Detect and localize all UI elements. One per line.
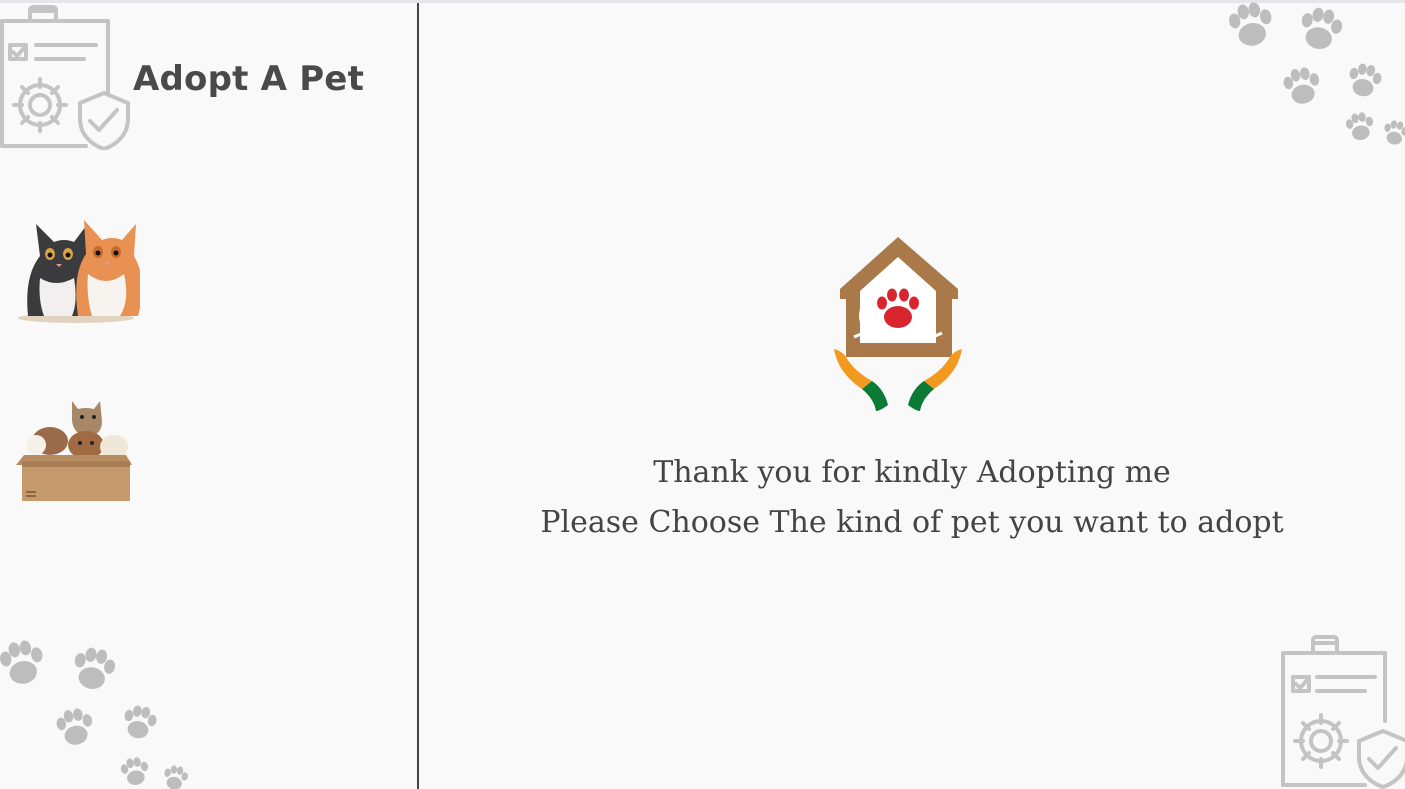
main-panel: Thank you for kindly Adopting me Please … xyxy=(419,0,1405,789)
clipboard-settings-icon xyxy=(0,5,130,150)
sidebar-item-dogs[interactable] xyxy=(14,395,134,501)
sidebar-item-cats[interactable] xyxy=(16,208,143,326)
clipboard-settings-icon-bottom xyxy=(1281,635,1405,789)
paw-prints-decoration-top xyxy=(1226,0,1405,147)
house-paw-hands-logo xyxy=(834,237,962,411)
cats-icon xyxy=(18,220,143,323)
choose-pet-message: Please Choose The kind of pet you want t… xyxy=(540,505,1284,540)
thank-you-message: Thank you for kindly Adopting me xyxy=(653,455,1171,490)
paw-prints-decoration xyxy=(0,637,190,789)
sidebar: Adopt A Pet xyxy=(0,3,417,789)
app-title: Adopt A Pet xyxy=(133,59,365,99)
dogs-in-box-icon xyxy=(16,401,132,501)
